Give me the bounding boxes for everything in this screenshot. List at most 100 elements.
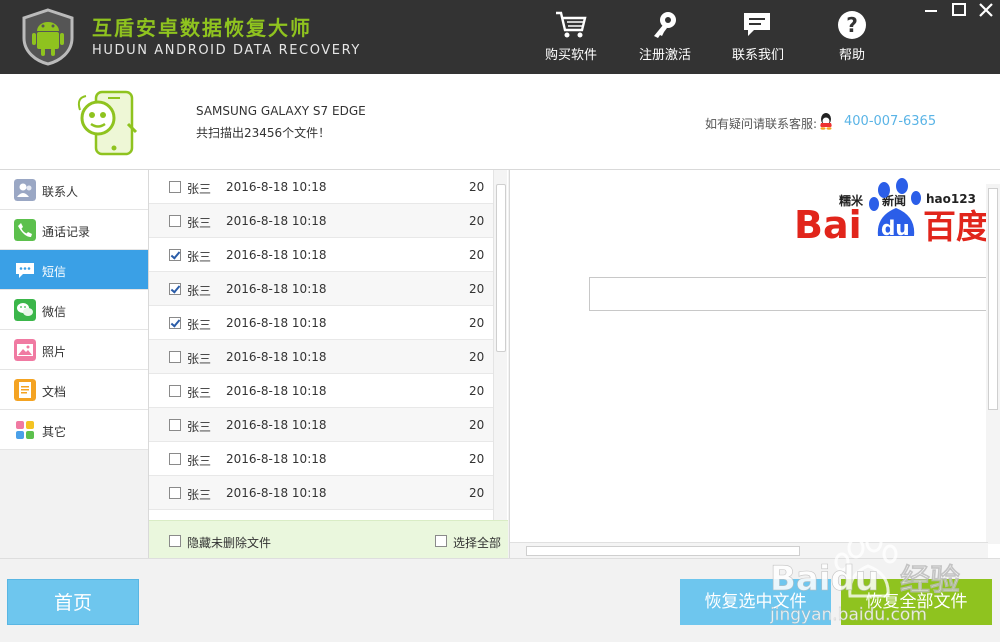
table-row[interactable]: 张三 2016-8-18 10:18 20: [149, 272, 493, 306]
home-button[interactable]: 首页: [7, 579, 139, 625]
row-date: 2016-8-18 10:18: [226, 452, 327, 466]
sidebar-item-other[interactable]: 其它: [0, 410, 148, 450]
row-checkbox[interactable]: [169, 351, 181, 363]
row-date: 2016-8-18 10:18: [226, 418, 327, 432]
help-button[interactable]: ? 帮助: [817, 10, 887, 66]
row-message-count: 20: [469, 486, 485, 500]
sidebar-item-label: 联系人: [42, 185, 79, 199]
row-message-count: 20: [469, 282, 485, 296]
register-button[interactable]: 注册激活: [630, 10, 700, 66]
buy-software-button[interactable]: 购买软件: [536, 10, 606, 66]
table-row[interactable]: 张三 2016-8-18 10:18 20: [149, 340, 493, 374]
hide-undeleted-checkbox[interactable]: [169, 535, 181, 547]
chat-icon: [744, 13, 770, 36]
table-row[interactable]: 张三 2016-8-18 10:18 20: [149, 374, 493, 408]
row-contact-name: 张三: [187, 318, 212, 332]
category-sidebar: 联系人 通话记录 短信 微信 照片 文档 其它: [0, 170, 149, 558]
preview-search-input[interactable]: [589, 277, 1000, 311]
minimize-icon[interactable]: [922, 2, 940, 18]
row-checkbox[interactable]: [169, 283, 181, 295]
row-date: 2016-8-18 10:18: [226, 316, 327, 330]
sidebar-item-wechat[interactable]: 微信: [0, 290, 148, 330]
close-icon[interactable]: [977, 2, 995, 18]
row-checkbox[interactable]: [169, 317, 181, 329]
row-date: 2016-8-18 10:18: [226, 214, 327, 228]
table-row[interactable]: 张三 2016-8-18 10:18 20: [149, 238, 493, 272]
recover-selected-button[interactable]: 恢复选中文件: [680, 579, 831, 625]
sidebar-item-label: 其它: [42, 425, 67, 439]
list-footer: 隐藏未删除文件 选择全部: [149, 520, 508, 558]
select-all-label: 选择全部: [453, 536, 502, 550]
table-row[interactable]: 张三 2016-8-18 10:18 20: [149, 170, 493, 204]
help-label: 帮助: [838, 48, 865, 63]
app-title: 互盾安卓数据恢复大师: [92, 16, 312, 40]
row-message-count: 20: [469, 384, 485, 398]
svg-text:?: ?: [846, 13, 858, 37]
row-checkbox[interactable]: [169, 419, 181, 431]
contact-us-button[interactable]: 联系我们: [723, 10, 793, 66]
row-checkbox[interactable]: [169, 487, 181, 499]
sidebar-item-documents[interactable]: 文档: [0, 370, 148, 410]
row-checkbox[interactable]: [169, 215, 181, 227]
row-date: 2016-8-18 10:18: [226, 350, 327, 364]
row-date: 2016-8-18 10:18: [226, 248, 327, 262]
other-icon: [14, 419, 36, 441]
preview-vertical-scrollbar[interactable]: [986, 184, 1000, 544]
photos-icon: [14, 339, 36, 361]
app-subtitle: HUDUN ANDROID DATA RECOVERY: [92, 43, 361, 58]
maximize-icon[interactable]: [950, 2, 968, 18]
row-message-count: 20: [469, 180, 485, 194]
help-icon: ?: [838, 11, 866, 39]
list-scrollbar-thumb[interactable]: [496, 184, 506, 352]
sidebar-item-label: 文档: [42, 385, 67, 399]
preview-vertical-thumb[interactable]: [988, 188, 998, 410]
contact-us-label: 联系我们: [731, 48, 784, 63]
row-message-count: 20: [469, 350, 485, 364]
sidebar-item-contacts[interactable]: 联系人: [0, 170, 148, 210]
row-message-count: 20: [469, 452, 485, 466]
preview-horizontal-thumb[interactable]: [526, 546, 800, 556]
row-date: 2016-8-18 10:18: [226, 384, 327, 398]
row-contact-name: 张三: [187, 420, 212, 434]
table-row[interactable]: 张三 2016-8-18 10:18 20: [149, 476, 493, 510]
row-date: 2016-8-18 10:18: [226, 180, 327, 194]
row-contact-name: 张三: [187, 216, 212, 230]
sidebar-item-photos[interactable]: 照片: [0, 330, 148, 370]
sidebar-item-call-log[interactable]: 通话记录: [0, 210, 148, 250]
row-checkbox[interactable]: [169, 453, 181, 465]
row-contact-name: 张三: [187, 250, 212, 264]
row-date: 2016-8-18 10:18: [226, 282, 327, 296]
table-row[interactable]: 张三 2016-8-18 10:18 20: [149, 204, 493, 238]
table-row[interactable]: 张三 2016-8-18 10:18 20: [149, 306, 493, 340]
baidu-logo-text-mid: du: [881, 216, 910, 240]
row-checkbox[interactable]: [169, 249, 181, 261]
baidu-logo-text-left: Bai: [794, 203, 862, 246]
row-contact-name: 张三: [187, 182, 212, 196]
call-log-icon: [14, 219, 36, 241]
bottom-bar: 首页 恢复选中文件 恢复全部文件: [0, 558, 1000, 642]
sidebar-item-sms[interactable]: 短信: [0, 250, 148, 290]
register-label: 注册激活: [638, 48, 691, 63]
row-checkbox[interactable]: [169, 385, 181, 397]
baidu-logo-text-right: 百度: [923, 207, 989, 246]
row-checkbox[interactable]: [169, 181, 181, 193]
preview-pane: 糯米 新闻 hao123 Bai du 百度: [509, 170, 1000, 558]
recover-all-button[interactable]: 恢复全部文件: [841, 579, 992, 625]
row-message-count: 20: [469, 418, 485, 432]
sms-icon: [16, 263, 34, 278]
row-message-count: 20: [469, 214, 485, 228]
row-date: 2016-8-18 10:18: [226, 486, 327, 500]
row-contact-name: 张三: [187, 352, 212, 366]
list-scrollbar[interactable]: [493, 170, 507, 520]
preview-horizontal-scrollbar[interactable]: [510, 542, 988, 558]
row-contact-name: 张三: [187, 488, 212, 502]
support-phone[interactable]: 400-007-6365: [844, 114, 936, 129]
table-row[interactable]: 张三 2016-8-18 10:18 20: [149, 442, 493, 476]
table-row[interactable]: 张三 2016-8-18 10:18 20: [149, 408, 493, 442]
app-logo-icon: [22, 8, 74, 66]
baidu-logo: Bai du 百度: [794, 178, 989, 246]
row-message-count: 20: [469, 316, 485, 330]
select-all-checkbox[interactable]: [435, 535, 447, 547]
qq-icon[interactable]: [818, 112, 834, 130]
message-list: 张三 2016-8-18 10:18 20 张三 2016-8-18 10:18 20 张三…: [149, 170, 508, 558]
